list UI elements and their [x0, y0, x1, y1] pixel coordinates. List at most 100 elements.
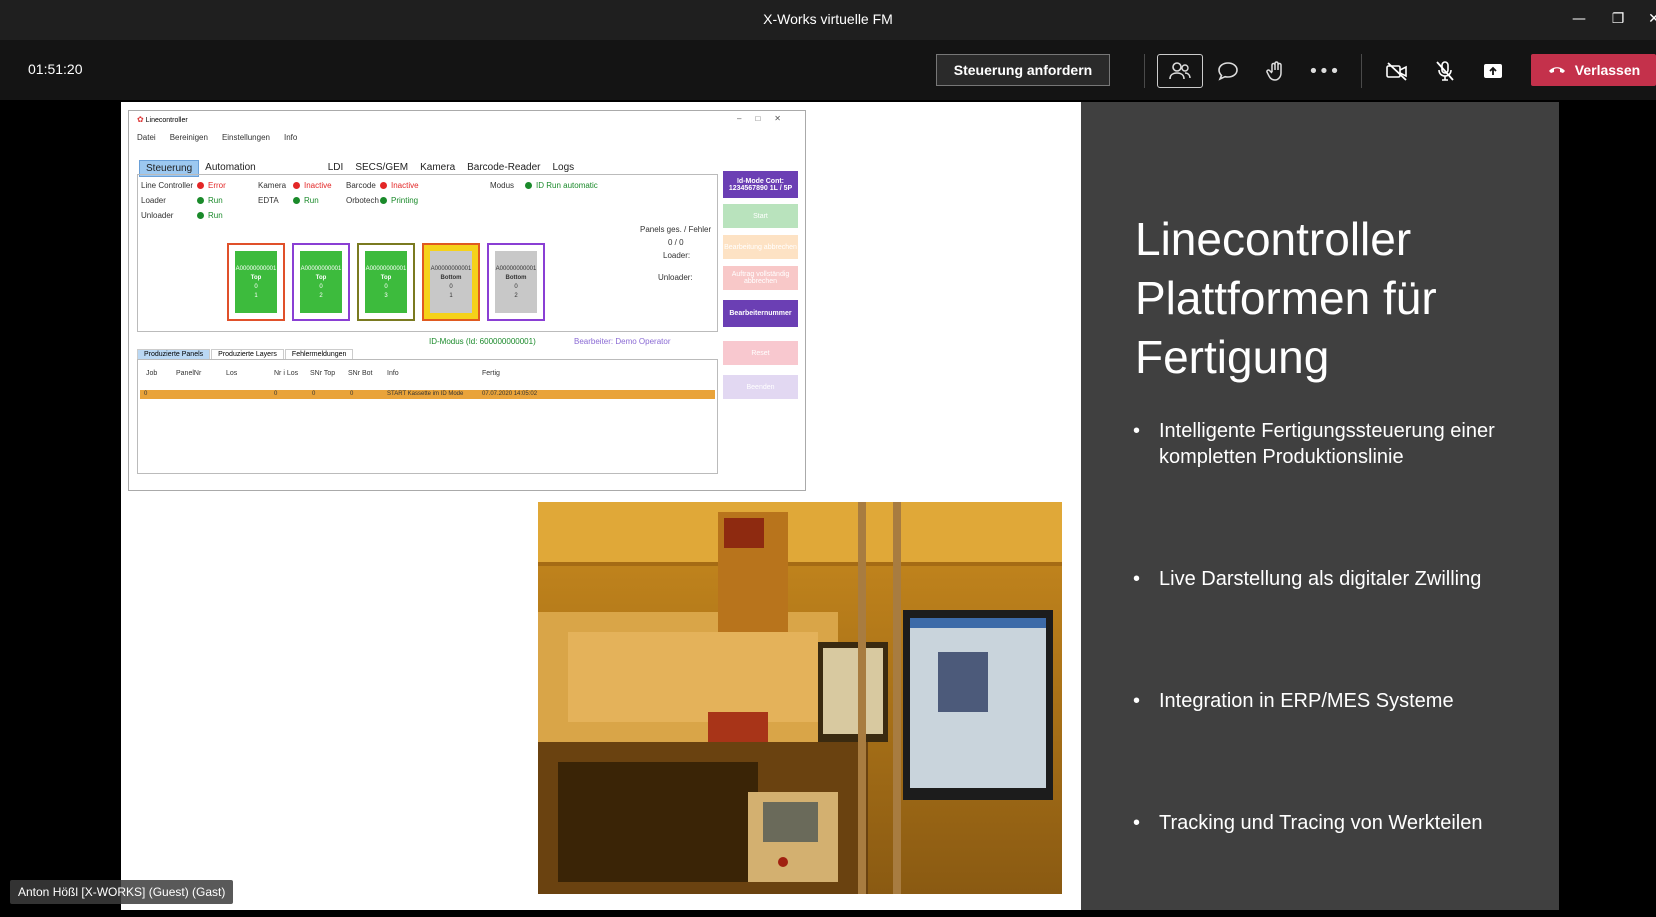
panel-card[interactable]: A00000000001 Top 0 1 — [227, 243, 285, 321]
people-icon[interactable] — [1157, 54, 1203, 88]
production-line-photo — [538, 502, 1062, 894]
loader-field-label: Loader: — [663, 251, 691, 260]
table-row[interactable]: 0 0 0 0 START Kassette im ID Mode 07.07.… — [140, 390, 715, 399]
camera-off-icon[interactable] — [1374, 54, 1420, 88]
lc-menu-info[interactable]: Info — [284, 133, 297, 142]
status-line-controller-label: Line Controller — [141, 181, 194, 190]
produced-panels-table: Job PanelNr Los Nr i Los SNr Top SNr Bot… — [137, 359, 718, 474]
status-edta-label: EDTA — [258, 196, 279, 205]
status-dot-icon — [197, 197, 204, 205]
bullet-item: Integration in ERP/MES Systeme — [1133, 688, 1543, 714]
lc-app-icon: ✿ — [137, 115, 144, 124]
id-mode-text: ID-Modus (Id: 600000000001) — [429, 337, 536, 346]
leave-label: Verlassen — [1574, 62, 1641, 78]
status-dot-icon — [380, 182, 387, 190]
card-value: 0 — [514, 283, 518, 290]
status-unloader: Run — [197, 211, 223, 220]
panel-card[interactable]: A00000000001 Top 0 2 — [292, 243, 350, 321]
bullet-item: Live Darstellung als digitaler Zwilling — [1133, 566, 1543, 592]
card-index: 2 — [319, 292, 323, 299]
status-dot-icon — [293, 182, 300, 190]
close-icon[interactable]: ✕ — [1640, 8, 1656, 30]
lc-titlebar: ✿ Linecontroller –□✕ — [129, 111, 805, 129]
phone-icon — [1547, 62, 1567, 78]
bullet-item: Intelligente Fertigungssteuerung einer k… — [1133, 418, 1543, 470]
cancel-order-button[interactable]: Auftrag vollständig abbrechen — [723, 266, 798, 290]
participant-name-tag: Anton Hößl [X-WORKS] (Guest) (Gast) — [10, 880, 234, 904]
panel-card[interactable]: A00000000001 Bottom 0 1 — [422, 243, 480, 321]
card-index: 1 — [254, 292, 258, 299]
card-side: Top — [250, 274, 262, 281]
card-id: A00000000001 — [430, 265, 472, 272]
card-index: 2 — [514, 292, 518, 299]
reset-button[interactable]: Reset — [723, 341, 798, 365]
status-barcode: Inactive — [380, 181, 419, 190]
panels-count: 0 / 0 — [668, 238, 684, 247]
panel-card[interactable]: A00000000001 Top 0 3 — [357, 243, 415, 321]
lc-menu-einstellungen[interactable]: Einstellungen — [222, 133, 270, 142]
request-control-button[interactable]: Steuerung anfordern — [936, 54, 1110, 86]
panel-card[interactable]: A00000000001 Bottom 0 2 — [487, 243, 545, 321]
column-header: PanelNr — [176, 370, 202, 377]
chat-icon[interactable] — [1205, 54, 1251, 88]
start-button[interactable]: Start — [723, 204, 798, 228]
card-id: A00000000001 — [365, 265, 407, 272]
toolbar-divider — [1361, 54, 1362, 88]
status-dot-icon — [293, 197, 300, 205]
card-value: 0 — [449, 283, 453, 290]
operator-text: Bearbeiter: Demo Operator — [574, 337, 671, 346]
card-side: Bottom — [440, 274, 462, 281]
lc-window-controls: –□✕ — [737, 114, 795, 123]
id-mode-button[interactable]: Id-Mode Cont: 1234567890 1L / 5P — [723, 171, 798, 198]
status-modus-label: Modus — [490, 181, 515, 190]
operator-number-button[interactable]: Bearbeiternummer — [723, 300, 798, 327]
column-header: Nr i Los — [274, 370, 299, 377]
status-dot-icon — [380, 197, 387, 205]
exit-button[interactable]: Beenden — [723, 375, 798, 399]
status-line-controller: Error — [197, 181, 226, 190]
status-barcode-label: Barcode — [346, 181, 376, 190]
card-id: A00000000001 — [495, 265, 537, 272]
meeting-toolbar: 01:51:20 Steuerung anfordern ••• Verlass… — [0, 40, 1656, 100]
status-loader: Run — [197, 196, 223, 205]
slide-title: Linecontroller Plattformen für Fertigung — [1135, 213, 1437, 383]
card-id: A00000000001 — [235, 265, 277, 272]
status-modus: ID Run automatic — [525, 181, 598, 190]
status-orbotech: Printing — [380, 196, 418, 205]
lc-menu-bereinigen[interactable]: Bereinigen — [170, 133, 208, 142]
status-kamera-label: Kamera — [258, 181, 287, 190]
column-header: SNr Bot — [348, 370, 373, 377]
card-value: 0 — [319, 283, 323, 290]
status-orbotech-label: Orbotech — [346, 196, 379, 205]
unloader-field-label: Unloader: — [658, 273, 693, 282]
share-icon[interactable] — [1470, 54, 1516, 88]
status-dot-icon — [197, 212, 204, 220]
meeting-timer: 01:51:20 — [28, 61, 83, 77]
lc-menubar: Datei Bereinigen Einstellungen Info — [137, 133, 297, 142]
slide-right-panel: Linecontroller Plattformen für Fertigung… — [1081, 102, 1559, 910]
cancel-processing-button[interactable]: Bearbeitung abbrechen — [723, 235, 798, 259]
column-header: Fertig — [482, 370, 500, 377]
linecontroller-window: ✿ Linecontroller –□✕ Datei Bereinigen Ei… — [128, 110, 806, 491]
status-unloader-label: Unloader — [141, 211, 174, 220]
leave-button[interactable]: Verlassen — [1531, 54, 1656, 86]
column-header: Los — [226, 370, 238, 377]
lc-title: Linecontroller — [145, 117, 188, 124]
status-edta: Run — [293, 196, 319, 205]
panels-header: Panels ges. / Fehler — [640, 225, 712, 234]
card-index: 3 — [384, 292, 388, 299]
card-side: Top — [380, 274, 392, 281]
raise-hand-icon[interactable] — [1253, 54, 1299, 88]
window-titlebar: X-Works virtuelle FM — ❐ ✕ — [0, 0, 1656, 40]
card-side: Top — [315, 274, 327, 281]
column-header: Info — [387, 370, 399, 377]
minimize-icon[interactable]: — — [1565, 8, 1593, 30]
mic-off-icon[interactable] — [1422, 54, 1468, 88]
card-value: 0 — [254, 283, 258, 290]
more-icon[interactable]: ••• — [1301, 54, 1347, 88]
status-dot-icon — [197, 182, 204, 190]
column-header: Job — [146, 370, 158, 377]
lc-menu-datei[interactable]: Datei — [137, 133, 156, 142]
restore-icon[interactable]: ❐ — [1604, 8, 1632, 30]
column-header: SNr Top — [310, 370, 336, 377]
